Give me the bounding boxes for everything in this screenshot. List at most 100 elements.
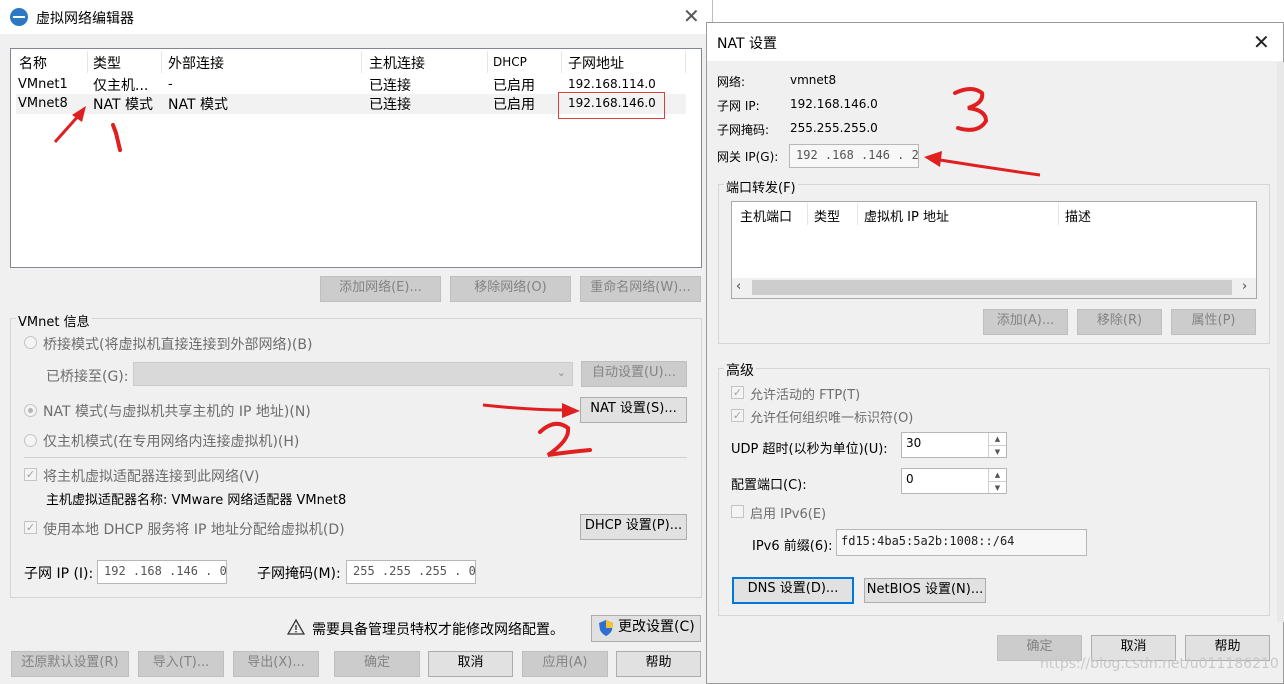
warning-icon <box>286 618 306 636</box>
allow-org-id-label: 允许任何组织唯一标识符(O) <box>750 411 914 426</box>
use-dhcp-checkbox[interactable]: ✓ <box>24 521 37 534</box>
network-label: 网络: <box>717 75 746 89</box>
background-scrollbar <box>1277 62 1284 622</box>
network-globe-icon <box>10 8 28 26</box>
rename-network-button[interactable]: 重命名网络(W)... <box>580 276 701 302</box>
cell-external: NAT 模式 <box>168 97 228 113</box>
cancel-button[interactable]: 取消 <box>428 651 513 677</box>
subnet-mask-label: 子网掩码(M): <box>257 566 341 582</box>
bridged-to-combobox[interactable]: ⌄ <box>133 362 573 386</box>
pf-properties-button[interactable]: 属性(P) <box>1171 309 1256 335</box>
apply-button[interactable]: 应用(A) <box>522 651 608 677</box>
subnet-mask-label: 子网掩码: <box>717 123 770 137</box>
ipv6-prefix-field[interactable]: fd15:4ba5:5a2b:1008::/64 <box>836 529 1087 556</box>
col-header-name[interactable]: 名称 <box>19 53 47 73</box>
cell-host: 已连接 <box>369 78 411 94</box>
admin-notice-text: 需要具备管理员特权才能修改网络配置。 <box>312 622 564 638</box>
subnet-ip-field[interactable]: 192 .168 .146 . 0 <box>97 560 227 584</box>
col-header-type[interactable]: 类型 <box>93 53 121 73</box>
import-button[interactable]: 导入(T)... <box>138 651 224 677</box>
col-divider <box>685 51 686 73</box>
connect-adapter-checkbox[interactable]: ✓ <box>24 468 37 481</box>
col-divider <box>807 203 808 225</box>
netbios-settings-button[interactable]: NetBIOS 设置(N)... <box>864 578 986 603</box>
col-header-host[interactable]: 主机连接 <box>369 53 425 73</box>
col-divider <box>1058 203 1059 225</box>
host-only-label: 仅主机模式(在专用网络内连接虚拟机)(H) <box>43 434 300 450</box>
allow-ftp-label: 允许活动的 FTP(T) <box>750 388 861 403</box>
highlight-box <box>558 92 665 119</box>
restore-defaults-button[interactable]: 还原默认设置(R) <box>11 651 129 677</box>
close-icon[interactable]: ✕ <box>1253 32 1270 52</box>
advanced-label: 高级 <box>724 360 756 380</box>
bridge-mode-label: 桥接模式(将虚拟机直接连接到外部网络)(B) <box>43 337 313 353</box>
cell-name: VMnet8 <box>18 96 68 111</box>
remove-network-button[interactable]: 移除网络(O) <box>450 276 571 302</box>
nat-dialog-title: NAT 设置 <box>717 36 777 52</box>
subnet-ip-label: 子网 IP (I): <box>24 566 94 582</box>
gateway-label: 网关 IP(G): <box>717 150 779 164</box>
spinner-arrows[interactable]: ▲ ▼ <box>988 469 1006 493</box>
subnet-ip-label: 子网 IP: <box>717 99 760 113</box>
ipv6-prefix-label: IPv6 前缀(6): <box>752 539 833 554</box>
udp-timeout-label: UDP 超时(以秒为单位)(U): <box>731 442 888 457</box>
port-forward-list[interactable]: 主机端口 类型 虚拟机 IP 地址 描述 ‹ › <box>731 201 1257 299</box>
spin-up-icon[interactable]: ▲ <box>989 433 1006 445</box>
scroll-left-icon[interactable]: ‹ <box>736 279 741 294</box>
network-list[interactable]: 名称 类型 外部连接 主机连接 DHCP 子网地址 VMnet1 仅主机... … <box>10 48 702 268</box>
enable-ipv6-label: 启用 IPv6(E) <box>750 507 827 522</box>
scrollbar-thumb[interactable] <box>752 280 1232 295</box>
udp-timeout-spinner[interactable]: 30 ▲ ▼ <box>901 432 1007 458</box>
help-button[interactable]: 帮助 <box>616 651 701 677</box>
enable-ipv6-checkbox[interactable] <box>731 505 744 518</box>
change-settings-button[interactable]: 更改设置(C) <box>591 615 701 642</box>
subnet-mask-field[interactable]: 255 .255 .255 . 0 <box>346 560 476 584</box>
pf-header-vm-ip[interactable]: 虚拟机 IP 地址 <box>864 206 949 225</box>
watermark-text: https://blog.csdn.net/u011186210 <box>1040 656 1279 672</box>
spin-down-icon[interactable]: ▼ <box>989 445 1006 458</box>
horizontal-scrollbar[interactable]: ‹ › <box>732 278 1256 298</box>
host-only-radio[interactable] <box>24 434 37 447</box>
cell-name: VMnet1 <box>18 77 68 92</box>
col-divider <box>87 51 88 73</box>
nat-mode-radio[interactable] <box>24 404 37 417</box>
use-dhcp-label: 使用本地 DHCP 服务将 IP 地址分配给虚拟机(D) <box>43 522 345 538</box>
spin-up-icon[interactable]: ▲ <box>989 469 1006 481</box>
config-port-spinner[interactable]: 0 ▲ ▼ <box>901 468 1007 494</box>
udp-timeout-value: 30 <box>906 436 922 450</box>
dns-settings-button[interactable]: DNS 设置(D)... <box>732 577 854 604</box>
pf-header-type[interactable]: 类型 <box>814 206 840 225</box>
allow-org-id-checkbox[interactable]: ✓ <box>731 409 744 422</box>
left-titlebar: 虚拟网络编辑器 ✕ <box>0 0 712 34</box>
cell-dhcp: 已启用 <box>493 97 535 113</box>
spinner-arrows[interactable]: ▲ ▼ <box>988 433 1006 457</box>
bridge-mode-radio[interactable] <box>24 336 37 349</box>
bridged-to-label: 已桥接至(G): <box>46 369 129 385</box>
port-forward-label: 端口转发(F) <box>724 177 798 196</box>
scroll-right-icon[interactable]: › <box>1242 279 1247 294</box>
cell-type: 仅主机... <box>93 78 149 94</box>
adapter-name-text: 主机虚拟适配器名称: VMware 网络适配器 VMnet8 <box>46 493 347 508</box>
col-header-external[interactable]: 外部连接 <box>168 53 224 73</box>
add-network-button[interactable]: 添加网络(E)... <box>320 276 441 302</box>
col-header-dhcp[interactable]: DHCP <box>493 55 527 69</box>
spin-down-icon[interactable]: ▼ <box>989 481 1006 494</box>
pf-add-button[interactable]: 添加(A)... <box>983 309 1068 335</box>
auto-settings-button[interactable]: 自动设置(U)... <box>581 361 687 387</box>
gateway-ip-field[interactable]: 192 .168 .146 . 2 <box>789 144 919 168</box>
export-button[interactable]: 导出(X)... <box>233 651 319 677</box>
subnet-mask-value: 255.255.255.0 <box>790 121 878 135</box>
pf-header-desc[interactable]: 描述 <box>1065 206 1091 225</box>
allow-ftp-checkbox[interactable]: ✓ <box>731 386 744 399</box>
config-port-label: 配置端口(C): <box>731 478 807 493</box>
close-icon[interactable]: ✕ <box>683 6 700 26</box>
dhcp-settings-button[interactable]: DHCP 设置(P)... <box>580 514 687 540</box>
ok-button[interactable]: 确定 <box>334 651 420 677</box>
change-settings-label: 更改设置(C) <box>618 619 695 635</box>
pf-header-host-port[interactable]: 主机端口 <box>740 206 792 225</box>
col-divider <box>561 51 562 73</box>
col-header-subnet[interactable]: 子网地址 <box>568 53 624 73</box>
pf-remove-button[interactable]: 移除(R) <box>1077 309 1162 335</box>
nat-settings-button[interactable]: NAT 设置(S)... <box>580 397 687 423</box>
cell-host: 已连接 <box>369 97 411 113</box>
